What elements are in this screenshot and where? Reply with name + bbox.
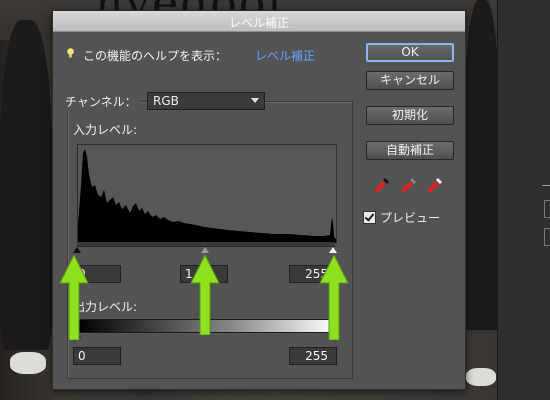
side-panel bbox=[497, 0, 550, 400]
dialog-title: レベル補正 bbox=[228, 16, 289, 30]
channel-label: チャンネル： bbox=[61, 93, 141, 110]
input-black-handle[interactable] bbox=[73, 247, 81, 253]
lightbulb-icon bbox=[67, 48, 74, 58]
output-black-value: 0 bbox=[78, 349, 86, 363]
histogram bbox=[77, 144, 337, 243]
auto-button[interactable]: 自動補正 bbox=[366, 141, 454, 160]
gray-eyedropper-icon[interactable] bbox=[400, 176, 418, 194]
input-white-handle[interactable] bbox=[329, 247, 337, 253]
cancel-button[interactable]: キャンセル bbox=[366, 71, 454, 90]
levels-dialog: レベル補正 この機能のヘルプを表示： レベル補正 チャンネル： RGB 入力レベ… bbox=[52, 10, 466, 390]
input-gamma-handle[interactable] bbox=[201, 247, 209, 253]
help-text: この機能のヘルプを表示： bbox=[83, 49, 228, 63]
channel-select-value: RGB bbox=[153, 94, 179, 108]
side-panel-box bbox=[544, 200, 550, 218]
annotation-arrow-center bbox=[190, 255, 220, 335]
side-panel-line bbox=[542, 185, 550, 186]
reset-button[interactable]: 初期化 bbox=[366, 106, 454, 125]
preview-label: プレビュー bbox=[380, 211, 441, 225]
annotation-arrow-left bbox=[59, 255, 89, 340]
channel-select[interactable]: RGB bbox=[147, 92, 265, 110]
annotation-arrow-right bbox=[319, 255, 349, 340]
background-shoe-right bbox=[466, 368, 496, 386]
white-eyedropper-icon[interactable] bbox=[426, 176, 444, 194]
output-white-value: 255 bbox=[305, 349, 328, 363]
histogram-graph bbox=[78, 149, 336, 243]
background-person-left bbox=[0, 20, 52, 350]
ok-button[interactable]: OK bbox=[366, 43, 454, 62]
output-black-field[interactable]: 0 bbox=[73, 347, 121, 365]
black-eyedropper-icon[interactable] bbox=[373, 176, 391, 194]
output-white-field[interactable]: 255 bbox=[289, 347, 337, 365]
chevron-down-icon bbox=[251, 98, 259, 103]
help-link[interactable]: レベル補正 bbox=[255, 47, 315, 64]
dialog-titlebar[interactable]: レベル補正 bbox=[53, 11, 465, 32]
background-person-right bbox=[464, 0, 500, 330]
input-levels-label: 入力レベル: bbox=[73, 123, 138, 137]
preview-checkbox[interactable] bbox=[363, 211, 376, 224]
background-shoe-left bbox=[10, 352, 46, 374]
side-panel-box bbox=[544, 228, 550, 246]
